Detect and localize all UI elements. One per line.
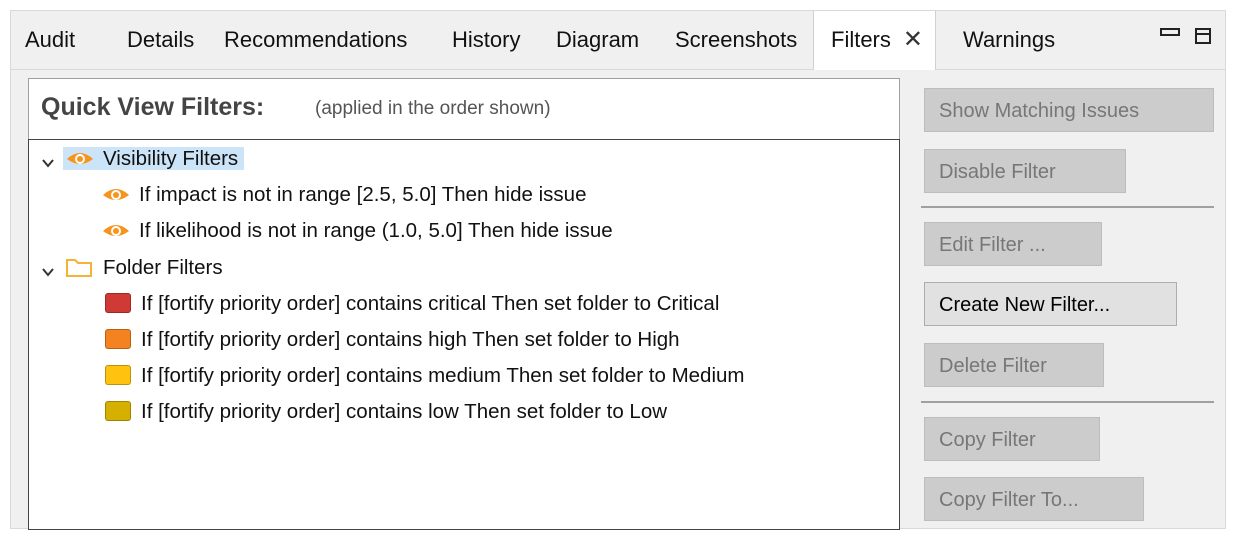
- tree-group-visibility[interactable]: Visibility Filters: [63, 142, 245, 176]
- filter-tree[interactable]: Visibility Filters If impact is not in r…: [28, 139, 900, 530]
- copy-filter-button[interactable]: Copy Filter: [924, 417, 1100, 461]
- minimize-icon[interactable]: [1157, 26, 1180, 48]
- tree-group-label: Folder Filters: [103, 256, 223, 279]
- high-color-swatch: [105, 328, 131, 349]
- folder-icon: [66, 258, 92, 277]
- eye-icon: [103, 224, 129, 236]
- maximize-icon[interactable]: [1193, 26, 1215, 48]
- tree-group-label: Visibility Filters: [103, 147, 239, 170]
- edit-filter-button[interactable]: Edit Filter ...: [924, 222, 1102, 266]
- close-icon[interactable]: ✕: [903, 26, 923, 53]
- tab-history[interactable]: History: [452, 11, 520, 69]
- quick-view-header: Quick View Filters: (applied in the orde…: [28, 78, 900, 139]
- tree-item-folder-filter[interactable]: If [fortify priority order] contains hig…: [105, 323, 680, 357]
- tab-diagram[interactable]: Diagram: [556, 11, 639, 69]
- tree-item-label: If impact is not in range [2.5, 5.0] The…: [139, 183, 587, 206]
- tree-item-label: If [fortify priority order] contains med…: [141, 364, 745, 387]
- tree-item-visibility-filter[interactable]: If impact is not in range [2.5, 5.0] The…: [101, 178, 586, 212]
- divider: [921, 206, 1214, 208]
- delete-filter-button[interactable]: Delete Filter: [924, 343, 1104, 387]
- show-matching-issues-button[interactable]: Show Matching Issues: [924, 88, 1214, 132]
- tab-recommendations[interactable]: Recommendations: [224, 11, 407, 69]
- filters-view-window: Audit Details Recommendations History Di…: [10, 10, 1226, 530]
- low-color-swatch: [105, 400, 131, 421]
- page-title: Quick View Filters:: [41, 93, 265, 121]
- tree-item-folder-filter[interactable]: If [fortify priority order] contains low…: [105, 395, 667, 429]
- create-new-filter-button[interactable]: Create New Filter...: [924, 282, 1177, 326]
- tree-group-folders[interactable]: Folder Filters: [65, 251, 223, 285]
- tree-item-label: If [fortify priority order] contains hig…: [141, 328, 680, 351]
- eye-icon: [103, 188, 129, 200]
- filters-content: Quick View Filters: (applied in the orde…: [11, 70, 1225, 530]
- tree-item-folder-filter[interactable]: If [fortify priority order] contains cri…: [105, 287, 719, 321]
- tree-item-folder-filter[interactable]: If [fortify priority order] contains med…: [105, 359, 744, 393]
- copy-filter-to-button[interactable]: Copy Filter To...: [924, 477, 1144, 521]
- tab-warnings[interactable]: Warnings: [963, 11, 1055, 69]
- divider: [921, 401, 1214, 403]
- tab-screenshots[interactable]: Screenshots: [675, 11, 797, 69]
- tab-filters[interactable]: Filters ✕: [813, 11, 936, 70]
- chevron-down-icon[interactable]: [41, 265, 55, 279]
- chevron-down-icon[interactable]: [41, 156, 55, 170]
- tree-item-label: If [fortify priority order] contains cri…: [141, 292, 720, 315]
- medium-color-swatch: [105, 364, 131, 385]
- disable-filter-button[interactable]: Disable Filter: [924, 149, 1126, 193]
- tree-item-visibility-filter[interactable]: If likelihood is not in range (1.0, 5.0]…: [101, 214, 613, 248]
- tab-filters-label: Filters: [831, 27, 891, 52]
- tree-item-label: If [fortify priority order] contains low…: [141, 400, 668, 423]
- tab-audit[interactable]: Audit: [25, 11, 75, 69]
- tree-item-label: If likelihood is not in range (1.0, 5.0]…: [139, 219, 613, 242]
- eye-icon: [67, 152, 93, 164]
- tab-details[interactable]: Details: [127, 11, 194, 69]
- tab-bar: Audit Details Recommendations History Di…: [11, 11, 1225, 70]
- page-subtitle: (applied in the order shown): [315, 98, 551, 119]
- critical-color-swatch: [105, 292, 131, 313]
